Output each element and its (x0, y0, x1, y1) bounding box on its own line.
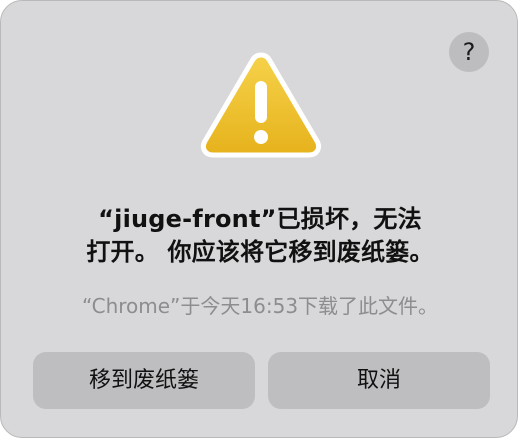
alert-dialog: ? “jiuge-front”已损坏，无法 打开。 你应该将它移到废纸篓。 “C… (0, 0, 518, 438)
title-line-1: “jiuge-front”已损坏，无法 (98, 205, 422, 233)
help-icon: ? (462, 38, 476, 66)
help-button[interactable]: ? (449, 32, 489, 72)
dialog-title: “jiuge-front”已损坏，无法 打开。 你应该将它移到废纸篓。 (31, 203, 489, 269)
move-to-trash-button[interactable]: 移到废纸篓 (33, 352, 255, 409)
title-line-2: 打开。 你应该将它移到废纸篓。 (86, 238, 434, 266)
dialog-subtitle: “Chrome”于今天16:53下载了此文件。 (81, 294, 439, 318)
warning-triangle-icon (200, 52, 322, 158)
cancel-button[interactable]: 取消 (268, 352, 490, 409)
